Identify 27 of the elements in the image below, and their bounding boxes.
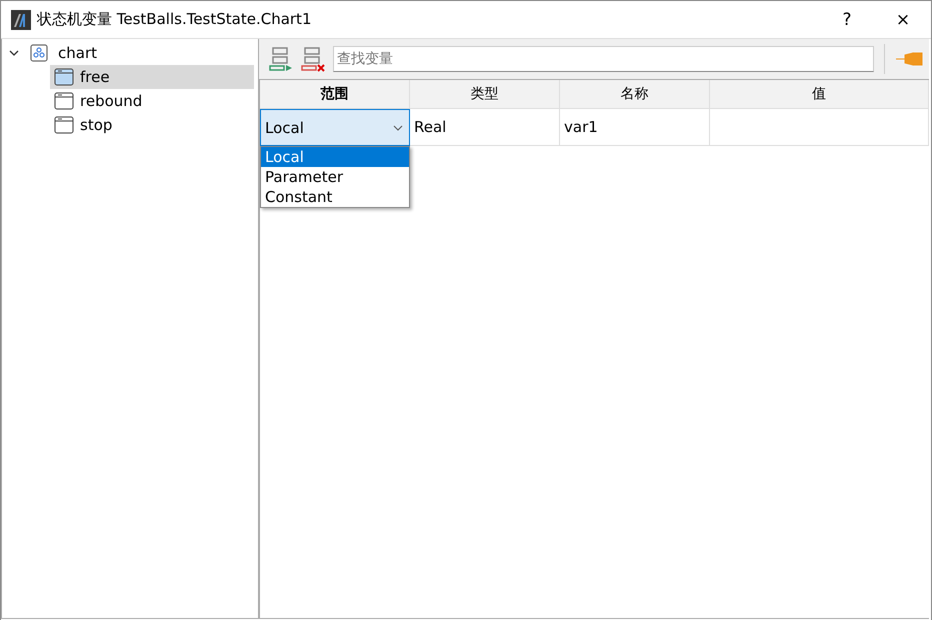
close-button[interactable]: × <box>875 2 931 38</box>
column-header[interactable]: 值 <box>710 80 929 109</box>
dropdown-option[interactable]: Local <box>261 147 409 167</box>
tree-item[interactable]: stop <box>50 113 254 137</box>
tree-item[interactable]: rebound <box>50 89 254 113</box>
tree-item[interactable]: chart <box>58 44 97 62</box>
dropdown-option[interactable]: Parameter <box>261 167 409 187</box>
state-icon <box>54 68 74 86</box>
app-logo-icon <box>11 10 31 30</box>
window-title: 状态机变量 TestBalls.TestState.Chart1 <box>37 10 312 29</box>
delete-row-icon[interactable] <box>301 46 325 72</box>
column-header[interactable]: 名称 <box>560 80 710 109</box>
column-header[interactable]: 范围 <box>260 80 410 109</box>
help-button[interactable]: ? <box>819 2 875 38</box>
state-icon <box>54 116 74 134</box>
dropdown-option[interactable]: Constant <box>261 187 409 207</box>
state-icon <box>54 92 74 110</box>
tree-item[interactable]: free <box>50 65 254 89</box>
scope-dropdown[interactable]: Local <box>260 109 410 146</box>
search-field[interactable]: 查找变量 <box>333 46 874 72</box>
add-row-icon[interactable] <box>269 46 293 72</box>
table-cell: Real <box>410 109 560 146</box>
chart-icon <box>30 44 48 62</box>
chevron-down-icon <box>393 124 403 130</box>
table-cell: var1 <box>560 109 710 146</box>
empty-value-cell[interactable] <box>710 109 929 146</box>
column-header[interactable]: 类型 <box>410 80 560 109</box>
